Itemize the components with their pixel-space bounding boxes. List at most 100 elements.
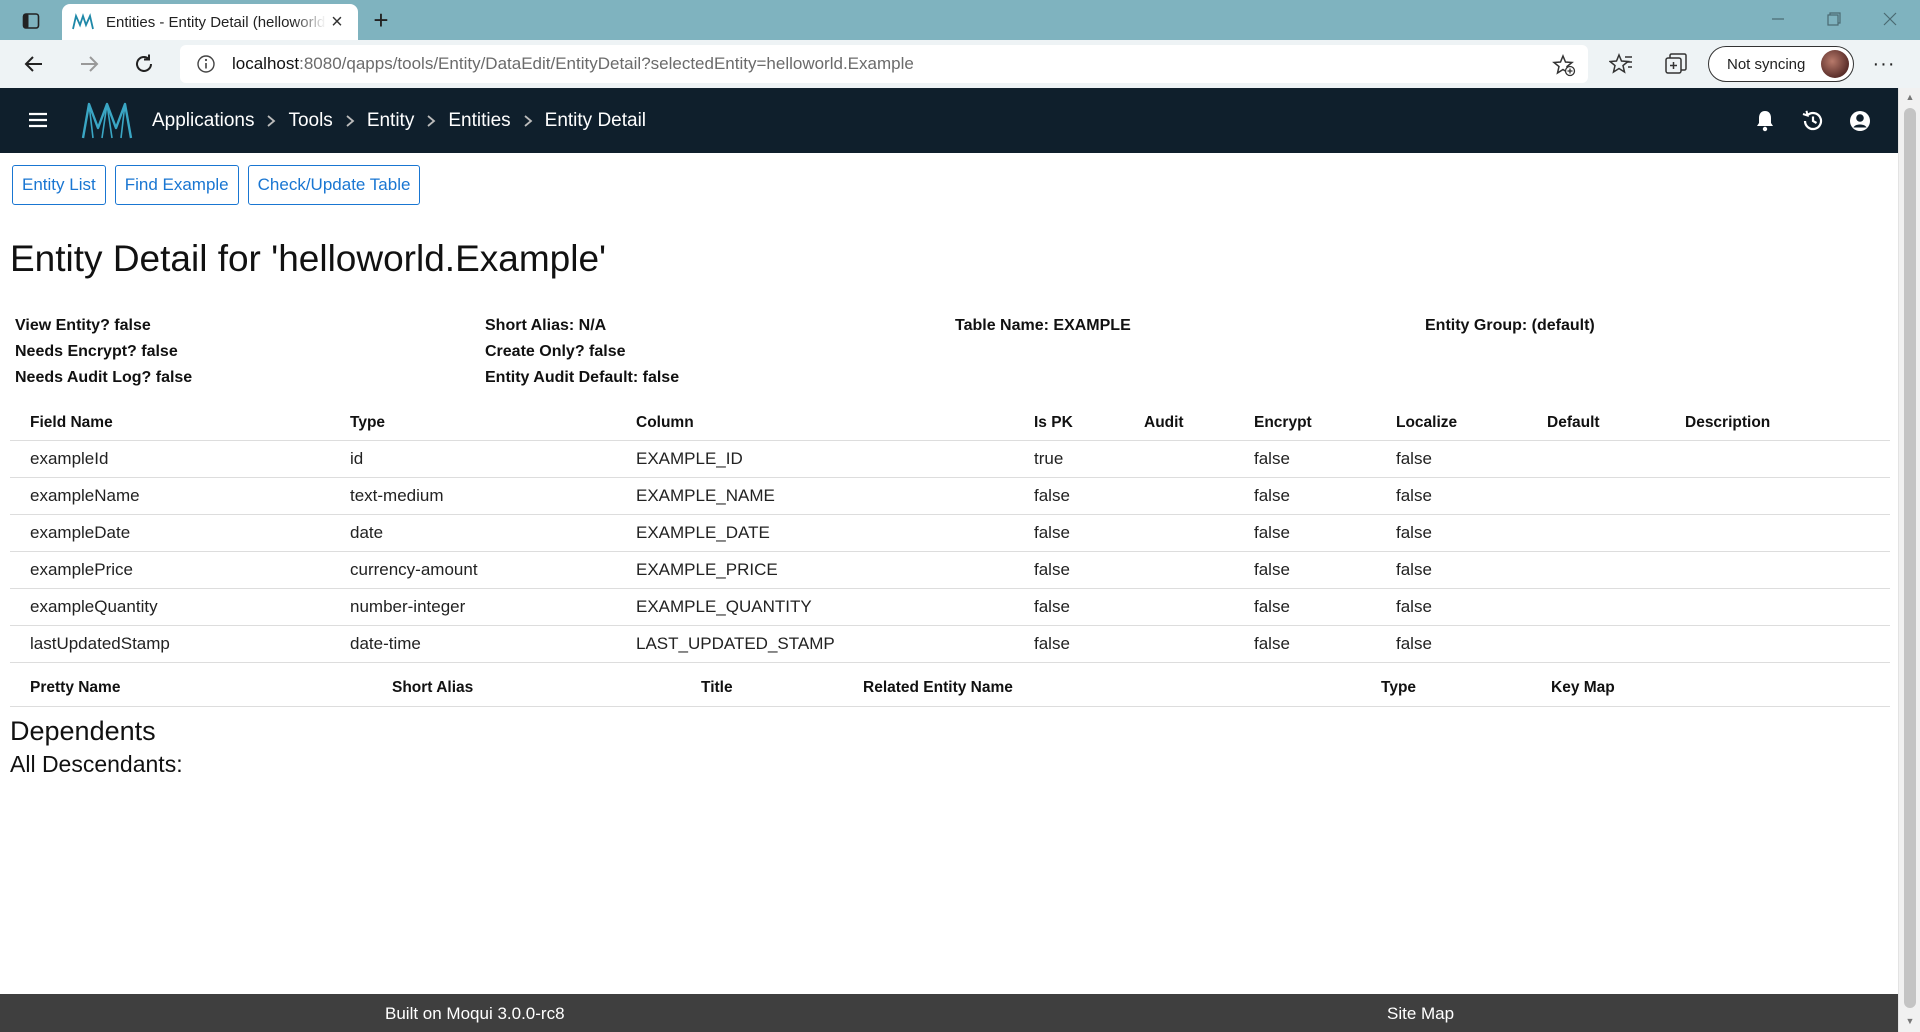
description-cell (1665, 625, 1890, 663)
type-cell: text-medium (330, 477, 616, 515)
favorites-icon[interactable] (1605, 48, 1637, 80)
default-cell (1527, 514, 1665, 552)
restore-icon[interactable] (1806, 0, 1862, 38)
page-title: Entity Detail for 'helloworld.Example' (10, 238, 607, 279)
description-cell (1665, 477, 1890, 515)
built-on-link[interactable]: Built on Moqui 3.0.0-rc8 (385, 1004, 565, 1024)
column-cell: EXAMPLE_ID (616, 440, 1014, 478)
col-pretty-name: Pretty Name (10, 670, 372, 707)
scroll-up-icon[interactable]: ▲ (1905, 92, 1915, 102)
close-tab-icon[interactable]: × (326, 11, 348, 33)
entity-list-button[interactable]: Entity List (12, 165, 106, 205)
type-cell: id (330, 440, 616, 478)
relationships-table: Pretty Name Short Alias Title Related En… (10, 670, 1890, 707)
create-only-info: Create Only? false (485, 343, 626, 360)
description-cell (1665, 551, 1890, 589)
history-icon[interactable] (1800, 108, 1826, 134)
site-map-link[interactable]: Site Map (1387, 1004, 1454, 1024)
scroll-down-icon[interactable]: ▼ (1905, 1016, 1915, 1026)
menu-icon[interactable] (26, 108, 50, 132)
col-key-map: Key Map (1531, 670, 1890, 707)
col-column: Column (616, 406, 1014, 441)
encrypt-cell: false (1234, 625, 1376, 663)
col-rel-type: Type (1361, 670, 1531, 707)
type-cell: number-integer (330, 588, 616, 626)
table-row: exampleName text-medium EXAMPLE_NAME false f… (10, 477, 1890, 515)
default-cell (1527, 625, 1665, 663)
encrypt-cell: false (1234, 514, 1376, 552)
close-window-icon[interactable] (1862, 0, 1918, 38)
localize-cell: false (1376, 477, 1527, 515)
col-default: Default (1527, 406, 1665, 441)
all-descendants-label: All Descendants: (10, 751, 183, 777)
localize-cell: false (1376, 625, 1527, 663)
breadcrumb-tools[interactable]: Tools (288, 110, 332, 132)
moqui-favicon-icon (72, 13, 94, 30)
check-update-table-button[interactable]: Check/Update Table (247, 165, 421, 205)
notifications-bell-icon[interactable] (1752, 108, 1778, 134)
col-type: Type (330, 406, 616, 441)
is-pk-cell: false (1014, 551, 1124, 589)
app-header: Applications Tools Entity Entities Entit… (0, 88, 1898, 153)
col-is-pk: Is PK (1014, 406, 1124, 441)
column-cell: LAST_UPDATED_STAMP (616, 625, 1014, 663)
col-related-entity-name: Related Entity Name (843, 670, 1361, 707)
action-buttons: Entity List Find Example Check/Update Ta… (12, 165, 421, 205)
col-encrypt: Encrypt (1234, 406, 1376, 441)
forward-icon[interactable] (71, 46, 107, 82)
encrypt-cell: false (1234, 440, 1376, 478)
minimize-icon[interactable] (1750, 0, 1806, 38)
table-row: exampleDate date EXAMPLE_DATE false false fal… (10, 514, 1890, 552)
breadcrumb-entities[interactable]: Entities (448, 110, 510, 132)
refresh-icon[interactable] (126, 46, 162, 82)
needs-audit-info: Needs Audit Log? false (15, 369, 193, 386)
chevron-right-icon (267, 114, 276, 127)
tab-actions-icon[interactable] (12, 8, 50, 34)
is-pk-cell: false (1014, 588, 1124, 626)
encrypt-cell: false (1234, 551, 1376, 589)
account-icon[interactable] (1847, 108, 1873, 134)
field-name-cell: exampleDate (10, 514, 330, 552)
info-icon[interactable] (196, 54, 216, 74)
col-title: Title (681, 670, 843, 707)
entity-group-info: Entity Group: (default) (1425, 317, 1595, 334)
encrypt-cell: false (1234, 477, 1376, 515)
description-cell (1665, 514, 1890, 552)
col-audit: Audit (1124, 406, 1234, 441)
new-tab-icon[interactable]: + (366, 5, 396, 35)
scroll-thumb[interactable] (1904, 108, 1916, 1008)
collections-icon[interactable] (1660, 48, 1692, 80)
audit-cell (1124, 514, 1234, 552)
col-localize: Localize (1376, 406, 1527, 441)
default-cell (1527, 477, 1665, 515)
back-icon[interactable] (16, 46, 52, 82)
description-cell (1665, 440, 1890, 478)
localize-cell: false (1376, 551, 1527, 589)
table-name-info: Table Name: EXAMPLE (955, 317, 1131, 334)
profile-sync-button[interactable]: Not syncing (1708, 46, 1854, 82)
browser-tab-active[interactable]: Entities - Entity Detail (helloworld.Exa… (62, 4, 358, 40)
column-cell: EXAMPLE_NAME (616, 477, 1014, 515)
column-cell: EXAMPLE_PRICE (616, 551, 1014, 589)
breadcrumb-applications[interactable]: Applications (152, 110, 254, 132)
add-favorite-icon[interactable] (1552, 53, 1576, 77)
dependents-heading: Dependents (10, 716, 156, 746)
field-name-cell: lastUpdatedStamp (10, 625, 330, 663)
col-field-name: Field Name (10, 406, 330, 441)
url-text[interactable]: localhost:8080/qapps/tools/Entity/DataEd… (232, 54, 914, 74)
default-cell (1527, 588, 1665, 626)
fields-table: Field Name Type Column Is PK Audit Encry… (10, 406, 1890, 663)
default-cell (1527, 440, 1665, 478)
moqui-logo[interactable] (80, 98, 134, 142)
browser-tab-bar: Entities - Entity Detail (helloworld.Exa… (0, 0, 1920, 40)
entity-summary: View Entity? false Short Alias: N/A Tabl… (15, 317, 1895, 395)
browser-toolbar: localhost:8080/qapps/tools/Entity/DataEd… (0, 40, 1920, 88)
page-scrollbar[interactable]: ▲ ▼ (1898, 88, 1920, 1032)
breadcrumb-entity-detail[interactable]: Entity Detail (545, 110, 646, 132)
more-options-icon[interactable]: ··· (1868, 48, 1900, 80)
address-bar[interactable]: localhost:8080/qapps/tools/Entity/DataEd… (180, 45, 1588, 83)
find-example-button[interactable]: Find Example (114, 165, 239, 205)
breadcrumb-entity[interactable]: Entity (367, 110, 415, 132)
url-host: localhost (232, 54, 300, 73)
is-pk-cell: false (1014, 477, 1124, 515)
